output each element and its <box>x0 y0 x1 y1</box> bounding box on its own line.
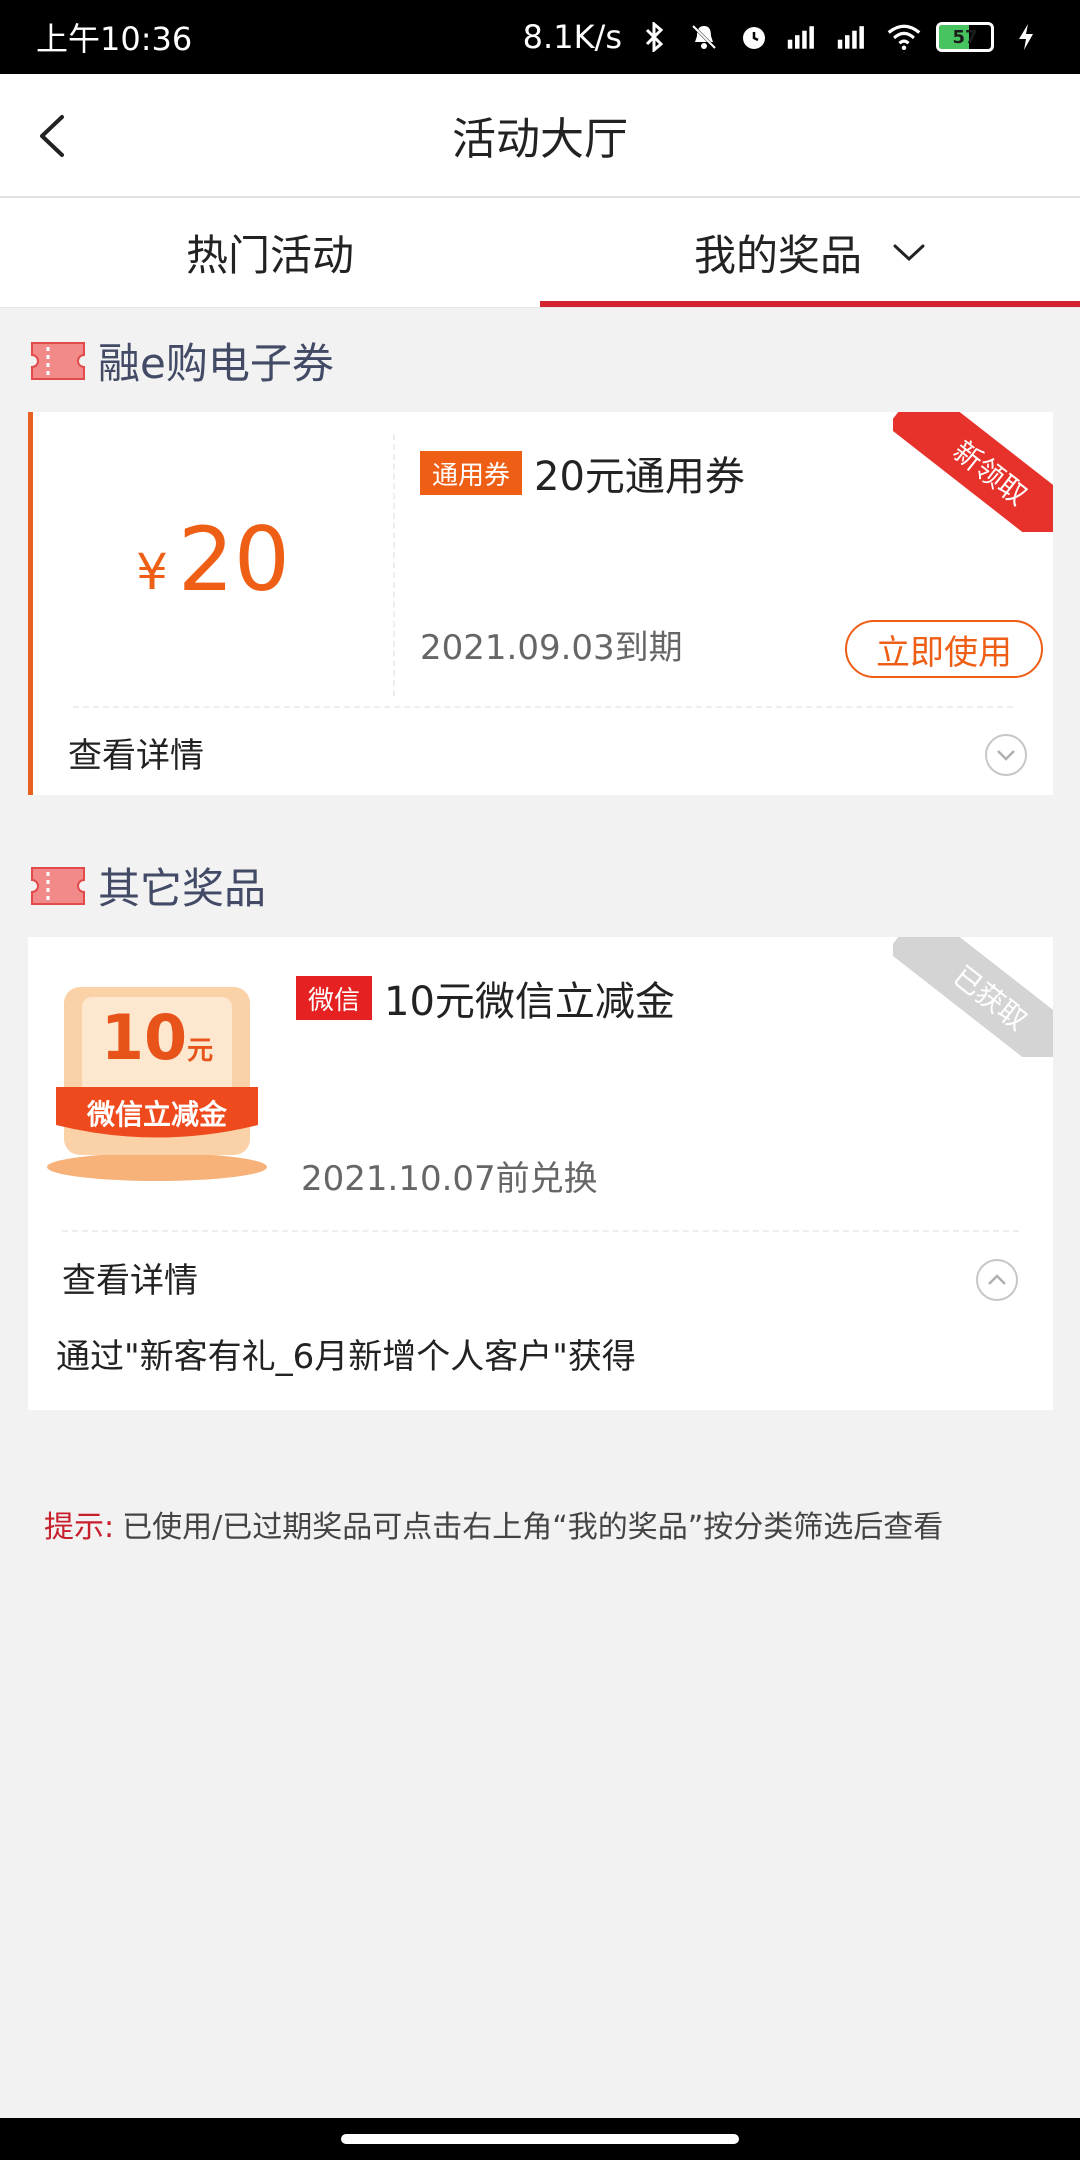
tip-label: 提示: <box>44 1510 115 1545</box>
status-bar: 上午10:36 8.1K/s 57 <box>0 0 1080 74</box>
coupon-card: ¥ 20 通用券 20元通用券 2021.09.03到期 立即使用 新领取 查看… <box>28 412 1053 795</box>
reward-expiry: 2021.10.07前兑换 <box>301 1159 598 1199</box>
network-speed: 8.1K/s <box>522 18 622 56</box>
ribbon-text: 已获取 <box>893 937 1053 1057</box>
tab-label: 我的奖品 <box>693 231 862 280</box>
amount-value: 20 <box>177 507 290 611</box>
section-title-text: 融e购电子券 <box>98 339 334 388</box>
reward-title-text: 10元微信立减金 <box>384 979 675 1025</box>
row-divider <box>62 1230 1019 1232</box>
tab-bar: 热门活动 我的奖品 <box>0 198 1080 308</box>
ticket-icon <box>30 339 86 383</box>
signal-icon <box>836 19 872 55</box>
ticket-icon <box>30 864 86 908</box>
section-title-other: 其它奖品 <box>30 855 266 916</box>
charging-icon <box>1008 19 1044 55</box>
obtained-ribbon: 已获取 <box>893 937 1053 1057</box>
section-title-coupons: 融e购电子券 <box>30 330 334 391</box>
new-ribbon: 新领取 <box>893 412 1053 532</box>
bluetooth-icon <box>636 19 672 55</box>
coupon-amount: ¥ 20 <box>33 412 393 706</box>
back-button[interactable] <box>22 106 82 166</box>
active-tab-indicator <box>540 301 1080 307</box>
wechat-reward-image: 10元 微信立减金 <box>42 975 272 1185</box>
chevron-down-icon <box>892 243 926 263</box>
view-details-label[interactable]: 查看详情 <box>62 1253 198 1302</box>
section-title-text: 其它奖品 <box>98 864 267 913</box>
mute-icon <box>686 19 722 55</box>
back-arrow-icon <box>40 115 64 157</box>
reward-type-tag: 微信 <box>296 976 373 1020</box>
view-details-label[interactable]: 查看详情 <box>68 728 204 777</box>
coupon-type-tag: 通用券 <box>420 451 523 495</box>
use-now-button[interactable]: 立即使用 <box>845 620 1043 678</box>
tab-my-prizes[interactable]: 我的奖品 <box>540 198 1080 307</box>
reward-source-text: 通过"新客有礼_6月新增个人客户"获得 <box>56 1337 636 1377</box>
status-right: 8.1K/s 57 <box>523 18 1044 56</box>
coupon-title-text: 20元通用券 <box>534 454 745 500</box>
collapse-chevron-icon[interactable] <box>976 1259 1018 1301</box>
battery-icon: 57 <box>936 22 994 52</box>
vertical-divider <box>393 434 395 696</box>
image-amount-value: 10 <box>100 1001 188 1074</box>
image-amount: 10元 <box>42 1001 272 1074</box>
status-time: 上午10:36 <box>36 20 193 58</box>
reward-card: 10元 微信立减金 微信 10元微信立减金 2021.10.07前兑换 已获取 … <box>28 937 1053 1410</box>
row-divider <box>73 706 1013 708</box>
signal-hd-icon <box>786 19 822 55</box>
ribbon-text: 新领取 <box>893 412 1053 532</box>
status-left: 上午10:36 <box>36 14 192 60</box>
home-bar[interactable] <box>341 2134 739 2144</box>
expand-chevron-icon[interactable] <box>985 734 1027 776</box>
tip-text: 提示: 已使用/已过期奖品可点击右上角“我的奖品”按分类筛选后查看 <box>44 1502 943 1546</box>
wifi-icon <box>886 19 922 55</box>
coupon-title: 通用券 20元通用券 <box>420 444 745 502</box>
image-amount-unit: 元 <box>187 1036 214 1066</box>
coupon-expiry: 2021.09.03到期 <box>420 628 683 668</box>
page-title: 活动大厅 <box>452 114 628 165</box>
app-header: 活动大厅 <box>0 74 1080 198</box>
reward-title: 微信 10元微信立减金 <box>296 969 675 1027</box>
image-caption: 微信立减金 <box>86 1098 227 1131</box>
tip-body: 已使用/已过期奖品可点击右上角“我的奖品”按分类筛选后查看 <box>122 1510 944 1545</box>
alarm-icon <box>736 19 772 55</box>
tab-hot-activities[interactable]: 热门活动 <box>0 198 540 307</box>
tab-label: 热门活动 <box>185 231 354 280</box>
battery-level: 57 <box>952 26 978 48</box>
currency-symbol: ¥ <box>136 543 168 601</box>
home-indicator <box>0 2118 1080 2160</box>
